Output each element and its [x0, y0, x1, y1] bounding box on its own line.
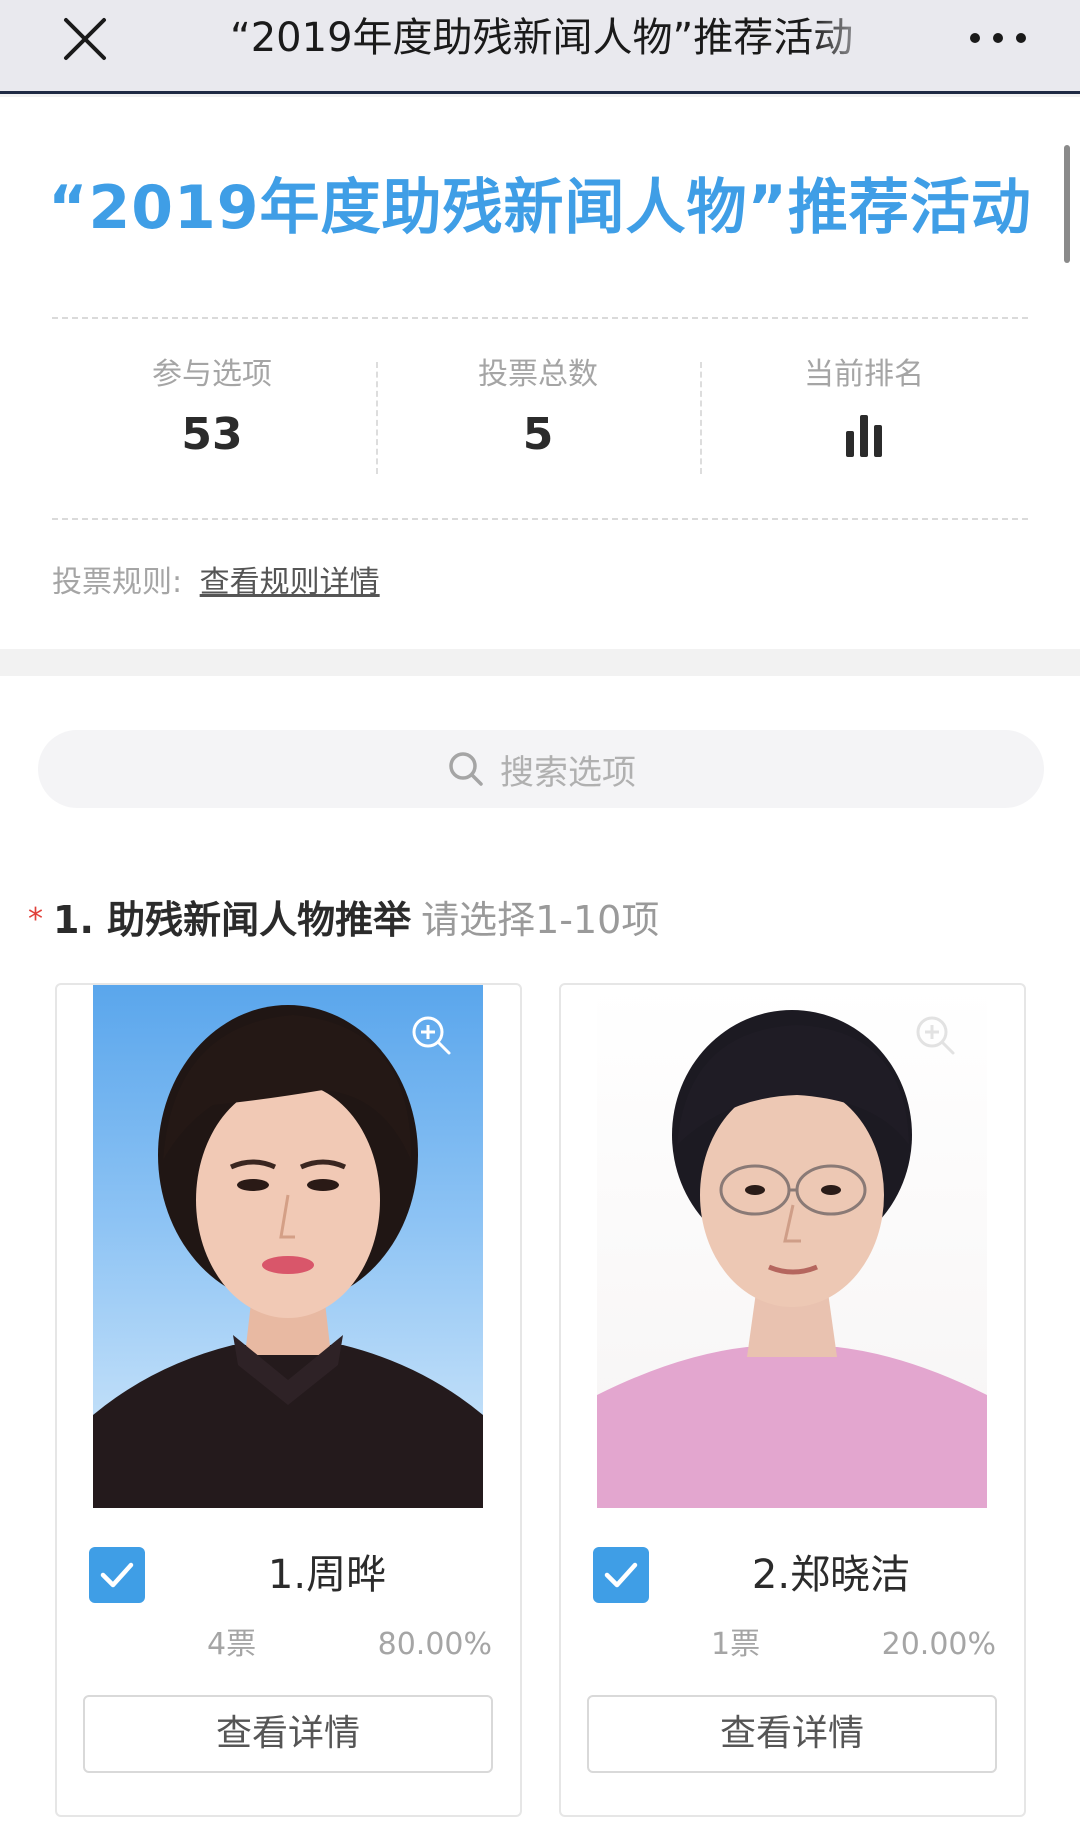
- required-mark: *: [28, 902, 43, 937]
- search-placeholder: 搜索选项: [500, 752, 636, 793]
- stat-label: 投票总数: [478, 357, 598, 392]
- zoom-in-icon[interactable]: [409, 1013, 453, 1057]
- vote-percent: 80.00%: [377, 1627, 492, 1662]
- stat-options: 参与选项 53: [52, 355, 372, 485]
- view-detail-button[interactable]: 查看详情: [587, 1695, 997, 1773]
- search-icon: [449, 752, 483, 786]
- rules-label: 投票规则:: [52, 565, 183, 600]
- question-title: * 1. 助残新闻人物推举 请选择1-10项: [28, 892, 659, 948]
- checkmark-icon: [604, 1562, 638, 1588]
- stat-value: 53: [181, 409, 243, 460]
- stat-label: 参与选项: [152, 357, 272, 392]
- vote-count: 4票: [207, 1627, 257, 1662]
- question-label: 1. 助残新闻人物推举: [53, 898, 412, 942]
- search-input[interactable]: 搜索选项: [38, 730, 1044, 808]
- vote-rules: 投票规则: 查看规则详情: [52, 560, 380, 606]
- candidate-card[interactable]: 1.周晔 4票 80.00% 查看详情: [55, 983, 522, 1817]
- nav-title: “2019年度助残新闻人物”推荐活动: [230, 15, 854, 61]
- stat-ranking[interactable]: 当前排名: [704, 355, 1024, 485]
- close-icon[interactable]: [60, 14, 110, 64]
- divider: [52, 518, 1028, 520]
- stat-separator: [700, 362, 702, 474]
- candidate-card[interactable]: 2.郑晓洁 1票 20.00% 查看详情: [559, 983, 1026, 1817]
- view-detail-button[interactable]: 查看详情: [83, 1695, 493, 1773]
- candidate-name: 2.郑晓洁: [751, 1552, 911, 1598]
- question-hint: 请选择1-10项: [421, 898, 660, 942]
- candidate-name: 1.周晔: [267, 1552, 387, 1598]
- zoom-in-icon[interactable]: [913, 1013, 957, 1057]
- top-navbar: “2019年度助残新闻人物”推荐活动: [0, 0, 1080, 94]
- page-title: “2019年度助残新闻人物”推荐活动: [48, 173, 1032, 243]
- stat-label: 当前排名: [804, 357, 924, 392]
- candidate-photo[interactable]: [597, 985, 987, 1508]
- bar-chart-icon[interactable]: [846, 413, 882, 457]
- vote-count: 1票: [711, 1627, 761, 1662]
- candidate-photo[interactable]: [93, 985, 483, 1508]
- stat-value: 5: [522, 409, 554, 460]
- rules-detail-link[interactable]: 查看规则详情: [200, 565, 380, 600]
- checkbox-checked[interactable]: [593, 1547, 649, 1603]
- vote-percent: 20.00%: [881, 1627, 996, 1662]
- checkmark-icon: [100, 1562, 134, 1588]
- more-icon[interactable]: [970, 18, 1026, 58]
- checkbox-checked[interactable]: [89, 1547, 145, 1603]
- divider: [52, 317, 1028, 319]
- stat-total-votes: 投票总数 5: [378, 355, 698, 485]
